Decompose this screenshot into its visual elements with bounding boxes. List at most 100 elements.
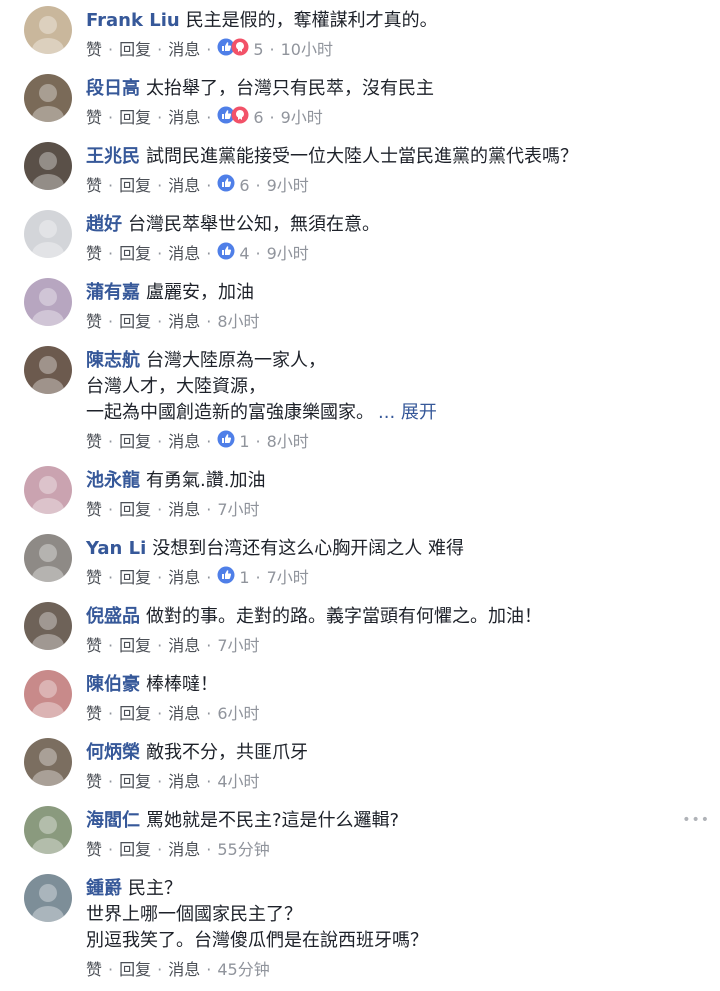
separator-dot: · xyxy=(108,312,114,331)
like-button[interactable]: 赞 xyxy=(86,244,102,263)
commenter-name[interactable]: 陳志航 xyxy=(86,350,140,371)
separator-dot: · xyxy=(206,840,212,859)
reply-button[interactable]: 回复 xyxy=(119,108,151,127)
commenter-avatar[interactable] xyxy=(24,874,72,922)
reaction-icons xyxy=(217,242,235,267)
message-button[interactable]: 消息 xyxy=(168,40,200,59)
separator-dot: · xyxy=(157,432,163,451)
like-button[interactable]: 赞 xyxy=(86,40,102,59)
comment-timestamp[interactable]: 10小时 xyxy=(281,40,333,59)
reply-button[interactable]: 回复 xyxy=(119,176,151,195)
message-button[interactable]: 消息 xyxy=(168,244,200,263)
reply-button[interactable]: 回复 xyxy=(119,432,151,451)
reply-button[interactable]: 回复 xyxy=(119,500,151,519)
separator-dot: · xyxy=(157,636,163,655)
like-button[interactable]: 赞 xyxy=(86,500,102,519)
message-button[interactable]: 消息 xyxy=(168,500,200,519)
commenter-name[interactable]: 陳伯豪 xyxy=(86,674,140,695)
commenter-name[interactable]: Frank Liu xyxy=(86,10,180,31)
comment-timestamp[interactable]: 9小时 xyxy=(267,176,309,195)
commenter-avatar[interactable] xyxy=(24,738,72,786)
like-button[interactable]: 赞 xyxy=(86,432,102,451)
like-button[interactable]: 赞 xyxy=(86,312,102,331)
comment-timestamp[interactable]: 9小时 xyxy=(267,244,309,263)
message-button[interactable]: 消息 xyxy=(168,176,200,195)
message-button[interactable]: 消息 xyxy=(168,432,200,451)
comment-timestamp[interactable]: 7小时 xyxy=(217,500,259,519)
commenter-avatar[interactable] xyxy=(24,534,72,582)
commenter-avatar[interactable] xyxy=(24,278,72,326)
message-button[interactable]: 消息 xyxy=(168,772,200,791)
like-button[interactable]: 赞 xyxy=(86,636,102,655)
commenter-name[interactable]: 鍾爵 xyxy=(86,878,122,899)
reply-button[interactable]: 回复 xyxy=(119,40,151,59)
commenter-name[interactable]: 王兆民 xyxy=(86,146,140,167)
commenter-avatar[interactable] xyxy=(24,806,72,854)
avatar-image xyxy=(32,152,64,190)
comment-timestamp[interactable]: 55分钟 xyxy=(217,840,269,859)
reaction-summary[interactable]: 4 xyxy=(217,242,250,263)
commenter-avatar[interactable] xyxy=(24,142,72,190)
reaction-summary[interactable]: 1 xyxy=(217,430,250,451)
comment-timestamp[interactable]: 8小时 xyxy=(267,432,309,451)
comment-timestamp[interactable]: 45分钟 xyxy=(217,960,269,979)
reaction-summary[interactable]: 6 xyxy=(217,106,264,127)
commenter-name[interactable]: 海閻仁 xyxy=(86,810,140,831)
like-button[interactable]: 赞 xyxy=(86,176,102,195)
like-button[interactable]: 赞 xyxy=(86,108,102,127)
comment-timestamp[interactable]: 8小时 xyxy=(217,312,259,331)
reply-button[interactable]: 回复 xyxy=(119,704,151,723)
reply-button[interactable]: 回复 xyxy=(119,244,151,263)
see-more-link[interactable]: ... 展开 xyxy=(378,402,437,423)
commenter-avatar[interactable] xyxy=(24,6,72,54)
message-button[interactable]: 消息 xyxy=(168,960,200,979)
reaction-summary[interactable]: 5 xyxy=(217,38,264,59)
message-button[interactable]: 消息 xyxy=(168,636,200,655)
comment-timestamp[interactable]: 9小时 xyxy=(281,108,323,127)
reply-button[interactable]: 回复 xyxy=(119,960,151,979)
like-button[interactable]: 赞 xyxy=(86,960,102,979)
commenter-name[interactable]: 段日高 xyxy=(86,78,140,99)
like-button[interactable]: 赞 xyxy=(86,704,102,723)
comment-timestamp[interactable]: 7小时 xyxy=(267,568,309,587)
commenter-avatar[interactable] xyxy=(24,466,72,514)
reply-button[interactable]: 回复 xyxy=(119,772,151,791)
commenter-avatar[interactable] xyxy=(24,74,72,122)
separator-dot: · xyxy=(157,840,163,859)
like-button[interactable]: 赞 xyxy=(86,568,102,587)
comment-timestamp[interactable]: 4小时 xyxy=(217,772,259,791)
comment-timestamp[interactable]: 7小时 xyxy=(217,636,259,655)
message-button[interactable]: 消息 xyxy=(168,840,200,859)
comment-first-line: 何炳榮 敵我不分，共匪爪牙 xyxy=(86,740,700,766)
reply-button[interactable]: 回复 xyxy=(119,840,151,859)
message-button[interactable]: 消息 xyxy=(168,312,200,331)
commenter-avatar[interactable] xyxy=(24,602,72,650)
message-button[interactable]: 消息 xyxy=(168,568,200,587)
commenter-name[interactable]: 蒲有嘉 xyxy=(86,282,140,303)
reply-button[interactable]: 回复 xyxy=(119,312,151,331)
commenter-name[interactable]: Yan Li xyxy=(86,538,146,559)
commenter-name[interactable]: 趙好 xyxy=(86,214,122,235)
commenter-name[interactable]: 何炳榮 xyxy=(86,742,140,763)
commenter-avatar[interactable] xyxy=(24,210,72,258)
commenter-avatar[interactable] xyxy=(24,346,72,394)
separator-dot: · xyxy=(108,244,114,263)
like-button[interactable]: 赞 xyxy=(86,840,102,859)
comment-body: 陳伯豪 棒棒噠！ 赞 · 回复 · 消息 · 6小时 xyxy=(86,672,700,726)
message-button[interactable]: 消息 xyxy=(168,704,200,723)
like-button[interactable]: 赞 xyxy=(86,772,102,791)
comment-first-line: 段日高 太抬舉了，台灣只有民萃，沒有民主 xyxy=(86,76,700,102)
message-button[interactable]: 消息 xyxy=(168,108,200,127)
separator-dot: · xyxy=(206,432,212,451)
commenter-name[interactable]: 倪盛品 xyxy=(86,606,140,627)
comment-text: 台灣人才，大陸資源， xyxy=(86,376,266,397)
commenter-avatar[interactable] xyxy=(24,670,72,718)
reply-button[interactable]: 回复 xyxy=(119,568,151,587)
reaction-summary[interactable]: 6 xyxy=(217,174,250,195)
separator-dot: · xyxy=(206,244,212,263)
commenter-name[interactable]: 池永龍 xyxy=(86,470,140,491)
comment-timestamp[interactable]: 6小时 xyxy=(217,704,259,723)
more-options-icon[interactable]: ••• xyxy=(682,812,710,828)
reply-button[interactable]: 回复 xyxy=(119,636,151,655)
reaction-summary[interactable]: 1 xyxy=(217,566,250,587)
